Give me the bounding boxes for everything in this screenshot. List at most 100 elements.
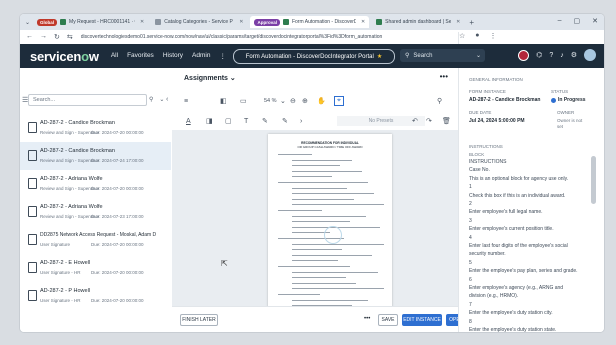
due-date-label: DUE DATE bbox=[469, 110, 492, 115]
close-icon[interactable]: ✕ bbox=[456, 19, 460, 25]
list-search-actions: ⚲ ⌄ bbox=[149, 96, 164, 103]
rectangle-tool-icon[interactable]: ▢ bbox=[225, 117, 232, 125]
owner-label: OWNER bbox=[557, 110, 575, 115]
pen-icon[interactable]: ✎ bbox=[262, 117, 268, 125]
document-subtitle: OR GROUP CASH AWARD / TIME OFF AWARD bbox=[297, 145, 363, 149]
select-tool-icon[interactable]: ⌖ bbox=[334, 96, 344, 106]
list-item[interactable]: AD-287-2 - Adriana Wolfe Review and Sign… bbox=[20, 170, 171, 198]
tab-label: Shared admin dashboard | Serv bbox=[385, 19, 452, 25]
reload-icon[interactable]: ↻ bbox=[54, 33, 60, 41]
instructions-label: INSTRUCTIONS bbox=[469, 144, 503, 149]
list-item[interactable]: AD-287-2 - Adriana Wolfe Review and Sign… bbox=[20, 198, 171, 226]
settings-icon[interactable]: ⚙ bbox=[571, 51, 577, 59]
chevron-right-icon[interactable]: › bbox=[300, 118, 302, 125]
more-options-icon[interactable]: ••• bbox=[440, 72, 448, 81]
browser-tab-2[interactable]: Catalog Categories - Service P ✕ bbox=[151, 16, 247, 28]
document-text-line bbox=[292, 277, 346, 279]
header-icons: ⌬ ? ♪ ⚙ bbox=[518, 49, 596, 61]
edit-instance-button[interactable]: EDIT INSTANCE bbox=[402, 314, 442, 326]
site-info-icon[interactable]: ⇆ bbox=[67, 33, 73, 41]
close-window-icon[interactable]: ✕ bbox=[592, 17, 598, 25]
menu-history[interactable]: History bbox=[163, 52, 183, 60]
document-canvas[interactable]: RECOMMENDATION FOR INDIVIDUAL OR GROUP C… bbox=[172, 130, 458, 306]
list-item[interactable]: AD-287-2 - E Howell User Signature - HR … bbox=[20, 254, 171, 282]
single-page-icon[interactable]: ▭ bbox=[240, 97, 247, 105]
list-item-selected[interactable]: AD-287-2 - Candice Brockman Review and S… bbox=[20, 142, 171, 170]
servicenow-logo[interactable]: servicenow bbox=[30, 49, 99, 64]
list-item[interactable]: AD-287-2 - P Howell User Signature - HR … bbox=[20, 282, 171, 310]
list-item[interactable]: AD-287-2 - Candice Brockman Review and S… bbox=[20, 114, 171, 142]
connect-icon[interactable]: ⌬ bbox=[536, 51, 542, 59]
redo-icon[interactable]: ↷ bbox=[426, 117, 432, 125]
chevron-down-icon[interactable]: ⌄ bbox=[159, 96, 164, 103]
menu-all[interactable]: All bbox=[111, 52, 118, 60]
document-icon bbox=[28, 178, 37, 189]
zoom-level[interactable]: 54 % bbox=[264, 98, 277, 104]
favorite-star-icon[interactable]: ★ bbox=[377, 53, 382, 60]
zoom-out-icon[interactable]: ⊖ bbox=[290, 97, 296, 105]
logo-text: servicen bbox=[30, 48, 82, 64]
zoom-in-icon[interactable]: ⊕ bbox=[302, 97, 308, 105]
text-insert-icon[interactable]: T bbox=[244, 118, 248, 125]
browser-tab-3[interactable]: Approval Form Automation - DiscoverD ✕ bbox=[250, 16, 370, 28]
watermark-seal bbox=[324, 226, 342, 244]
text-tool-icon[interactable]: A bbox=[186, 118, 191, 125]
menu-admin[interactable]: Admin bbox=[192, 52, 210, 60]
trash-icon[interactable]: 🗑 bbox=[442, 117, 451, 125]
highlighter-icon[interactable]: ✎ bbox=[282, 117, 288, 125]
url-field[interactable]: discovertechnologiesdemo01.service-now.c… bbox=[81, 34, 383, 40]
portal-title: Form Automation - DiscoverDocIntegrator … bbox=[245, 53, 374, 60]
pan-icon[interactable]: ✋ bbox=[317, 97, 326, 105]
list-item[interactable]: DD2875 Network Access Request - Moskal, … bbox=[20, 226, 171, 254]
instruction-line: This is an optional block for agency use… bbox=[469, 175, 569, 182]
help-icon[interactable]: ? bbox=[549, 52, 553, 59]
search-icon[interactable]: ⚲ bbox=[437, 97, 442, 105]
record-icon[interactable] bbox=[518, 49, 530, 61]
list-search-input[interactable]: Search... bbox=[28, 94, 147, 106]
item-title: AD-287-2 - P Howell bbox=[40, 288, 91, 294]
minimize-icon[interactable]: – bbox=[558, 17, 562, 25]
document-text-line bbox=[292, 187, 347, 189]
close-icon[interactable]: ✕ bbox=[361, 19, 365, 25]
browser-tab-4[interactable]: Shared admin dashboard | Serv ✕ bbox=[372, 16, 464, 28]
field-tool-icon[interactable]: ◨ bbox=[206, 117, 213, 125]
item-due: Due: 2024-07-20 00:00:00 bbox=[91, 130, 144, 135]
undo-icon[interactable]: ↶ bbox=[412, 117, 418, 125]
assignments-dropdown[interactable]: Assignments ⌄ bbox=[184, 74, 236, 82]
document-viewer: Assignments ⌄ ••• ≡ ◧ ▭ 54 % ⌄ ⊖ ⊕ ✋ ⌖ ⚲… bbox=[172, 68, 484, 332]
item-title: AD-287-2 - Candice Brockman bbox=[40, 148, 115, 154]
forward-icon[interactable]: → bbox=[40, 33, 47, 41]
portal-title-pill[interactable]: Form Automation - DiscoverDocIntegrator … bbox=[233, 49, 395, 64]
global-search[interactable]: ⚲ Search ⌄ bbox=[400, 49, 485, 62]
close-icon[interactable]: ✕ bbox=[140, 19, 144, 25]
browser-tab-1[interactable]: Global My Request - HRC0001141 · Cr ✕ bbox=[33, 16, 148, 28]
document-text-line bbox=[278, 266, 350, 268]
avatar[interactable] bbox=[584, 49, 596, 61]
page-layout-icon[interactable]: ◧ bbox=[220, 97, 227, 105]
finish-later-button[interactable]: FINISH LATER bbox=[180, 314, 218, 326]
assignments-list-panel: ☰ Search... ⚲ ⌄ ‹ AD-287-2 - Candice Bro… bbox=[20, 68, 173, 332]
save-button[interactable]: SAVE bbox=[378, 314, 398, 326]
close-icon[interactable]: ✕ bbox=[239, 19, 243, 25]
bell-icon[interactable]: ♪ bbox=[560, 52, 564, 59]
menu-icon[interactable]: ≡ bbox=[184, 98, 188, 105]
tab-label: Form Automation - DiscoverD bbox=[291, 19, 356, 25]
instruction-line: Enter employee's full legal name. bbox=[469, 209, 543, 216]
menu-favorites[interactable]: Favorites bbox=[127, 52, 154, 60]
document-text-line bbox=[292, 170, 362, 172]
tab-search-icon[interactable]: ⌄ bbox=[25, 19, 30, 26]
maximize-icon[interactable]: ▢ bbox=[574, 17, 581, 25]
form-instance-value[interactable]: AD-287-2 - Candice Brockman bbox=[469, 97, 540, 103]
search-icon[interactable]: ⚲ bbox=[149, 96, 153, 103]
chevron-down-icon[interactable]: ⌄ bbox=[280, 97, 286, 105]
scrollbar[interactable] bbox=[591, 156, 596, 204]
chevron-down-icon: ⌄ bbox=[229, 75, 236, 82]
new-tab-button[interactable]: + bbox=[469, 18, 474, 27]
back-icon[interactable]: ← bbox=[26, 33, 33, 41]
document-text-line bbox=[278, 210, 322, 212]
collapse-panel-icon[interactable]: ‹ bbox=[166, 96, 168, 103]
browser-window: ⌄ Global My Request - HRC0001141 · Cr ✕ … bbox=[20, 14, 604, 332]
favicon-icon bbox=[60, 19, 67, 25]
menu-more[interactable]: ⋮ bbox=[219, 52, 226, 60]
more-actions-icon[interactable]: ••• bbox=[364, 316, 370, 322]
